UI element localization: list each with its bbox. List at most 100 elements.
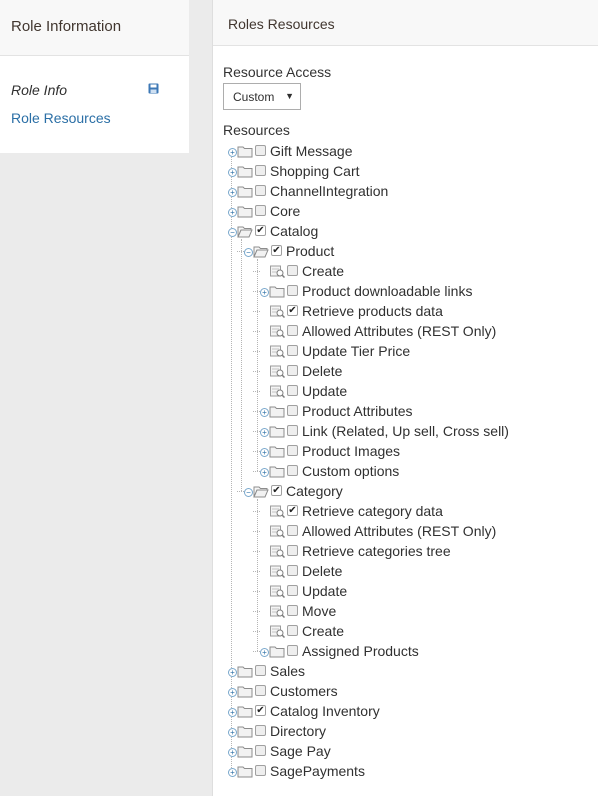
- resource-checkbox[interactable]: [287, 605, 298, 616]
- expand-icon[interactable]: +: [260, 408, 269, 417]
- tree-node-channelintegration[interactable]: + ChannelIntegration: [228, 182, 568, 202]
- resource-checkbox[interactable]: [287, 525, 298, 536]
- resource-checkbox[interactable]: [287, 285, 298, 296]
- resource-checkbox[interactable]: [287, 545, 298, 556]
- tree-node-delete[interactable]: Delete: [253, 362, 598, 382]
- resource-checkbox[interactable]: ✔: [287, 505, 298, 516]
- tree-node-core[interactable]: + Core: [228, 202, 568, 222]
- tree-node-create[interactable]: Create: [253, 262, 598, 282]
- expand-icon[interactable]: +: [228, 688, 237, 697]
- resource-checkbox[interactable]: ✔: [271, 485, 282, 496]
- tree-node-sales[interactable]: + Sales: [228, 662, 568, 682]
- resource-checkbox[interactable]: [255, 765, 266, 776]
- resource-checkbox[interactable]: [287, 565, 298, 576]
- resource-checkbox[interactable]: [255, 665, 266, 676]
- tree-node-update-tier-price[interactable]: Update Tier Price: [253, 342, 598, 362]
- resource-checkbox[interactable]: [255, 165, 266, 176]
- resource-checkbox[interactable]: ✔: [287, 305, 298, 316]
- tree-connector: [253, 271, 260, 272]
- resource-checkbox[interactable]: [255, 685, 266, 696]
- tree-node-retrieve-products-data[interactable]: ✔ Retrieve products data: [253, 302, 598, 322]
- resource-checkbox[interactable]: [287, 625, 298, 636]
- expand-icon[interactable]: +: [228, 728, 237, 737]
- tree-node-allowed-attributes-rest-only[interactable]: Allowed Attributes (REST Only): [253, 322, 598, 342]
- tree-node-custom-options[interactable]: + Custom options: [253, 462, 598, 482]
- tree-node-customers[interactable]: + Customers: [228, 682, 568, 702]
- tree-node-gift-message[interactable]: + Gift Message: [228, 142, 568, 162]
- expand-icon[interactable]: +: [260, 428, 269, 437]
- resource-checkbox[interactable]: [255, 205, 266, 216]
- tree-node-shopping-cart[interactable]: + Shopping Cart: [228, 162, 568, 182]
- tree-connector: [237, 251, 244, 252]
- tree-connector: [253, 431, 260, 432]
- resource-checkbox[interactable]: [287, 265, 298, 276]
- expand-icon[interactable]: +: [228, 748, 237, 757]
- tree-node-category[interactable]: − ✔ Category: [237, 482, 584, 502]
- tree-node-update[interactable]: Update: [253, 582, 598, 602]
- tree-node-retrieve-categories-tree[interactable]: Retrieve categories tree: [253, 542, 598, 562]
- tree-connector: [253, 411, 260, 412]
- tree-connector: [253, 571, 260, 572]
- tree-node-label: Shopping Cart: [270, 163, 360, 179]
- expand-icon[interactable]: +: [228, 208, 237, 217]
- tree-node-sage-pay[interactable]: + Sage Pay: [228, 742, 568, 762]
- resource-checkbox[interactable]: [287, 585, 298, 596]
- resource-checkbox[interactable]: ✔: [271, 245, 282, 256]
- resource-checkbox[interactable]: [287, 425, 298, 436]
- tree-node-label: Sage Pay: [270, 743, 331, 759]
- resource-checkbox[interactable]: [255, 745, 266, 756]
- resource-checkbox[interactable]: [287, 405, 298, 416]
- expand-icon[interactable]: +: [228, 188, 237, 197]
- tree-node-product-downloadable-links[interactable]: + Product downloadable links: [253, 282, 598, 302]
- tree-node-allowed-attributes-rest-only[interactable]: Allowed Attributes (REST Only): [253, 522, 598, 542]
- expand-icon[interactable]: +: [228, 168, 237, 177]
- tree-node-move[interactable]: Move: [253, 602, 598, 622]
- folder-icon: [237, 724, 253, 738]
- resource-checkbox[interactable]: [287, 465, 298, 476]
- resource-checkbox[interactable]: [255, 145, 266, 156]
- expand-icon[interactable]: +: [260, 648, 269, 657]
- folder-icon: [269, 444, 285, 458]
- resource-checkbox[interactable]: [287, 385, 298, 396]
- tree-node-delete[interactable]: Delete: [253, 562, 598, 582]
- tab-role-info[interactable]: Role Info: [11, 82, 67, 98]
- resource-checkbox[interactable]: [287, 365, 298, 376]
- resource-checkbox[interactable]: [287, 445, 298, 456]
- tree-node-directory[interactable]: + Directory: [228, 722, 568, 742]
- tree-node-product-images[interactable]: + Product Images: [253, 442, 598, 462]
- resource-checkbox[interactable]: ✔: [255, 705, 266, 716]
- tree-connector: [253, 591, 260, 592]
- tree-guide-line: [257, 499, 258, 651]
- resource-checkbox[interactable]: [287, 645, 298, 656]
- resource-checkbox[interactable]: [287, 345, 298, 356]
- expand-icon[interactable]: +: [260, 448, 269, 457]
- tab-role-resources[interactable]: Role Resources: [11, 110, 111, 126]
- tree-node-sagepayments[interactable]: + SagePayments: [228, 762, 568, 782]
- tree-node-label: Move: [302, 603, 337, 619]
- tree-node-update[interactable]: Update: [253, 382, 598, 402]
- collapse-icon[interactable]: −: [244, 488, 253, 497]
- tree-node-retrieve-category-data[interactable]: ✔ Retrieve category data: [253, 502, 598, 522]
- tree-node-link-related-up-sell-cross-sell[interactable]: + Link (Related, Up sell, Cross sell): [253, 422, 598, 442]
- tree-node-create[interactable]: Create: [253, 622, 598, 642]
- open-folder-icon: [237, 224, 253, 238]
- expand-icon[interactable]: +: [260, 468, 269, 477]
- expand-icon[interactable]: +: [228, 668, 237, 677]
- resource-search-icon: [269, 324, 286, 339]
- expand-icon[interactable]: +: [228, 148, 237, 157]
- tree-node-label: Retrieve categories tree: [302, 543, 451, 559]
- expand-icon[interactable]: +: [228, 768, 237, 777]
- collapse-icon[interactable]: −: [228, 228, 237, 237]
- collapse-icon[interactable]: −: [244, 248, 253, 257]
- resource-checkbox[interactable]: [255, 185, 266, 196]
- tree-node-assigned-products[interactable]: + Assigned Products: [253, 642, 598, 662]
- tree-node-product[interactable]: − ✔ Product: [237, 242, 584, 262]
- resource-checkbox[interactable]: [287, 325, 298, 336]
- tree-node-product-attributes[interactable]: + Product Attributes: [253, 402, 598, 422]
- resource-checkbox[interactable]: [255, 725, 266, 736]
- tree-node-catalog[interactable]: − ✔ Catalog: [228, 222, 568, 242]
- expand-icon[interactable]: +: [260, 288, 269, 297]
- resource-checkbox[interactable]: ✔: [255, 225, 266, 236]
- tree-node-catalog-inventory[interactable]: + ✔ Catalog Inventory: [228, 702, 568, 722]
- expand-icon[interactable]: +: [228, 708, 237, 717]
